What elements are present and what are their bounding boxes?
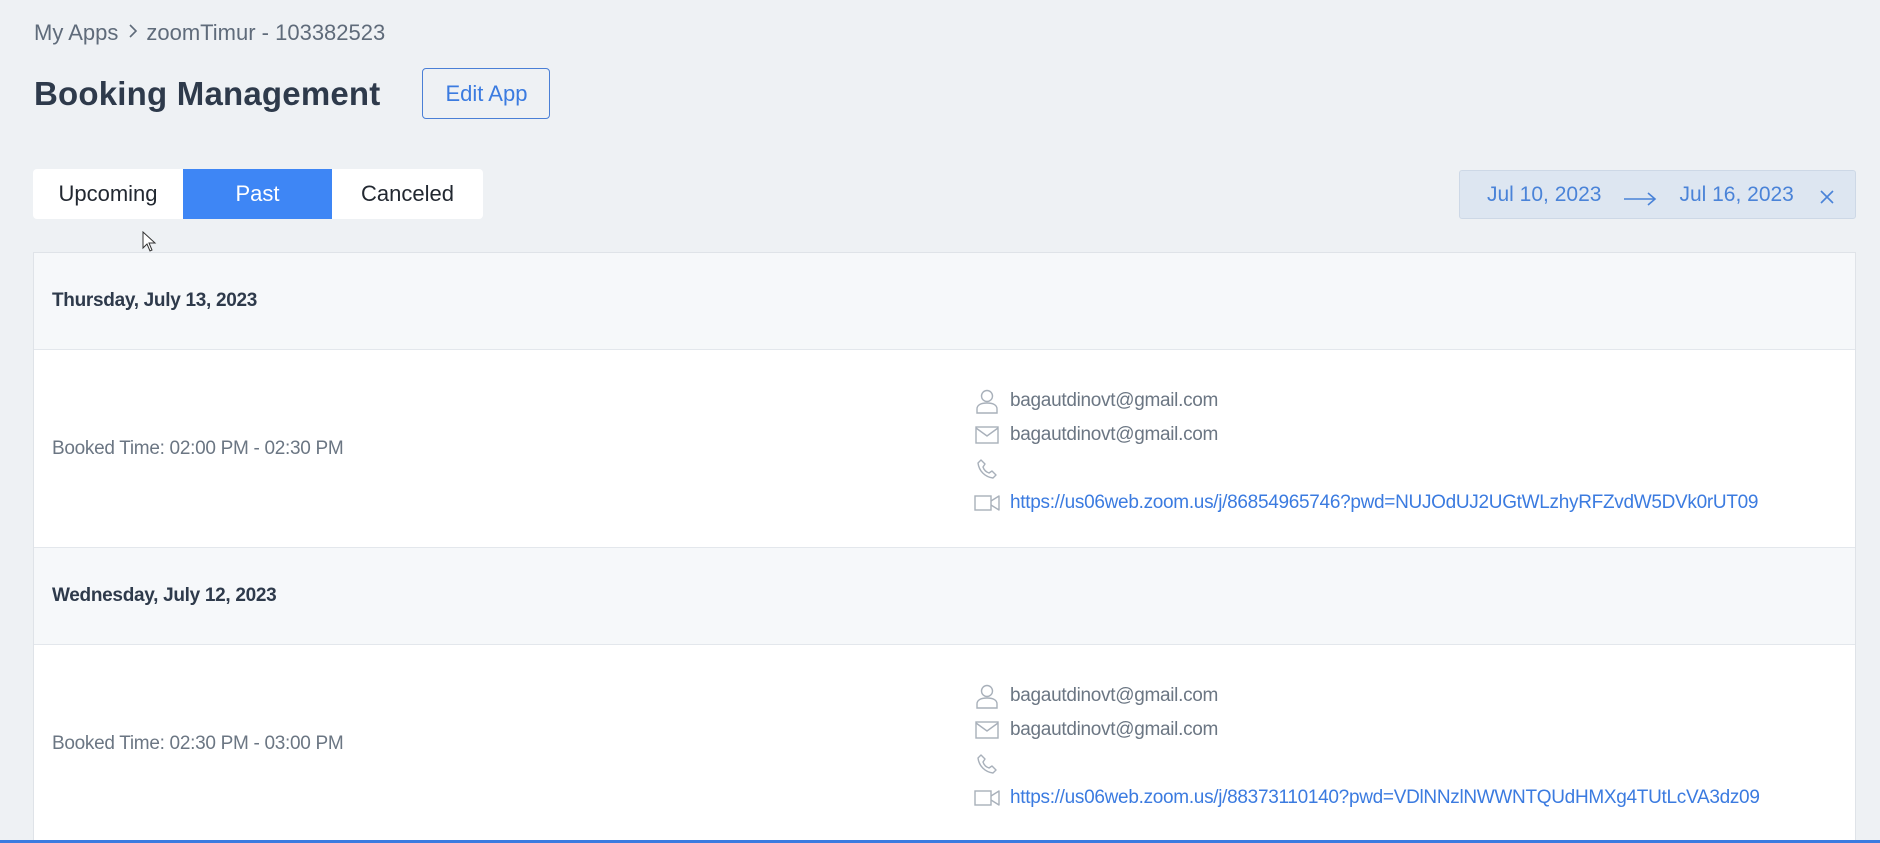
attendee-phone-row: [973, 452, 1758, 486]
date-range-picker[interactable]: Jul 10, 2023 Jul 16, 2023: [1459, 170, 1856, 219]
meeting-link[interactable]: https://us06web.zoom.us/j/86854965746?pw…: [1010, 492, 1758, 514]
chevron-right-icon: [128, 22, 138, 45]
bookings-list: Thursday, July 13, 2023 Booked Time: 02:…: [33, 252, 1856, 843]
tab-canceled[interactable]: Canceled: [332, 169, 483, 219]
attendee-email-row: bagautdinovt@gmail.com: [973, 713, 1760, 747]
attendee-phone-row: [973, 747, 1760, 781]
user-icon: [973, 682, 1001, 710]
day-header: Wednesday, July 12, 2023: [34, 548, 1855, 645]
edit-app-button[interactable]: Edit App: [422, 68, 551, 119]
mouse-cursor-icon: [142, 230, 158, 253]
date-to[interactable]: Jul 16, 2023: [1679, 183, 1793, 207]
tab-upcoming[interactable]: Upcoming: [33, 169, 183, 219]
phone-icon: [973, 455, 1001, 483]
arrow-right-icon: [1623, 188, 1657, 206]
booking-item: Booked Time: 02:00 PM - 02:30 PM bagautd…: [34, 350, 1855, 548]
date-from[interactable]: Jul 10, 2023: [1487, 183, 1601, 207]
attendee-name: bagautdinovt@gmail.com: [1010, 390, 1219, 411]
booked-time: Booked Time: 02:30 PM - 03:00 PM: [52, 732, 344, 754]
booked-time: Booked Time: 02:00 PM - 02:30 PM: [52, 437, 344, 459]
attendee-name-row: bagautdinovt@gmail.com: [973, 679, 1760, 713]
breadcrumb-my-apps-link[interactable]: My Apps: [34, 20, 118, 46]
attendee-name: bagautdinovt@gmail.com: [1010, 685, 1219, 706]
meeting-link[interactable]: https://us06web.zoom.us/j/88373110140?pw…: [1010, 787, 1760, 809]
booking-details: bagautdinovt@gmail.com bagautdinovt@gmai…: [973, 679, 1760, 815]
page-title: Booking Management: [34, 74, 381, 112]
booking-tabs: Upcoming Past Canceled: [33, 169, 483, 219]
breadcrumb: My Apps zoomTimur - 103382523: [34, 20, 385, 46]
attendee-name-row: bagautdinovt@gmail.com: [973, 384, 1758, 418]
attendee-email-row: bagautdinovt@gmail.com: [973, 418, 1758, 452]
attendee-email: bagautdinovt@gmail.com: [1010, 719, 1219, 740]
attendee-email: bagautdinovt@gmail.com: [1010, 424, 1219, 445]
booking-item: Booked Time: 02:30 PM - 03:00 PM bagautd…: [34, 645, 1855, 843]
meeting-link-row: https://us06web.zoom.us/j/88373110140?pw…: [973, 781, 1760, 815]
meeting-link-row: https://us06web.zoom.us/j/86854965746?pw…: [973, 486, 1758, 520]
user-icon: [973, 387, 1001, 415]
close-icon[interactable]: [1819, 187, 1835, 204]
breadcrumb-current: zoomTimur - 103382523: [146, 20, 386, 45]
phone-icon: [973, 750, 1001, 778]
booking-details: bagautdinovt@gmail.com bagautdinovt@gmai…: [973, 384, 1758, 520]
title-row: Booking Management Edit App: [34, 68, 551, 119]
tab-past[interactable]: Past: [183, 169, 332, 219]
mail-icon: [973, 421, 1001, 449]
video-camera-icon: [973, 784, 1001, 812]
mail-icon: [973, 716, 1001, 744]
video-camera-icon: [973, 489, 1001, 517]
day-header: Thursday, July 13, 2023: [34, 253, 1855, 350]
